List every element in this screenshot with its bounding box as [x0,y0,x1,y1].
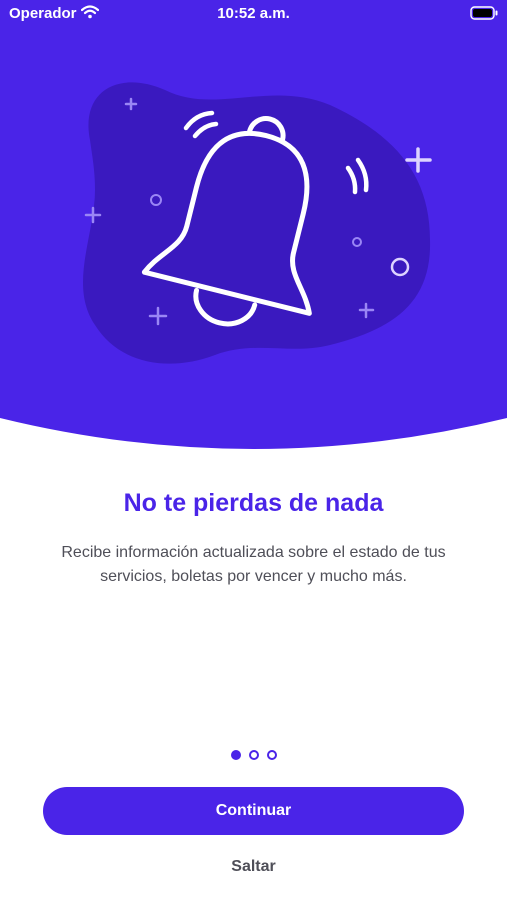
clock: 10:52 a.m. [217,5,290,22]
battery-icon [470,6,498,20]
status-bar: Operador 10:52 a.m. [0,0,507,28]
page-dot[interactable] [266,750,277,760]
page-description: Recibe información actualizada sobre el … [61,544,446,585]
hero-illustration [0,0,507,452]
skip-button[interactable]: Saltar [193,852,314,882]
page-title: No te pierdas de nada [123,489,384,517]
continue-button[interactable]: Continuar [43,787,464,835]
page-dot[interactable] [248,750,259,760]
page-dot-active[interactable] [230,750,241,760]
page-indicator[interactable] [0,750,507,760]
